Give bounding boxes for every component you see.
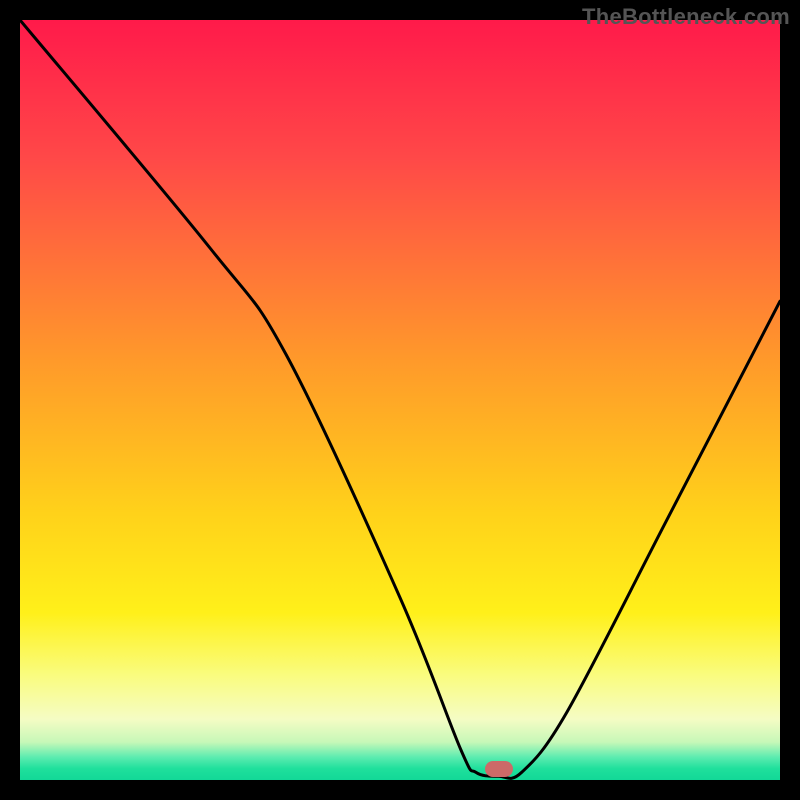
chart-frame: TheBottleneck.com (0, 0, 800, 800)
optimal-marker (485, 761, 513, 777)
curve-layer (20, 20, 780, 780)
bottleneck-curve (20, 20, 780, 778)
chart-area (20, 20, 780, 780)
watermark-label: TheBottleneck.com (582, 4, 790, 30)
